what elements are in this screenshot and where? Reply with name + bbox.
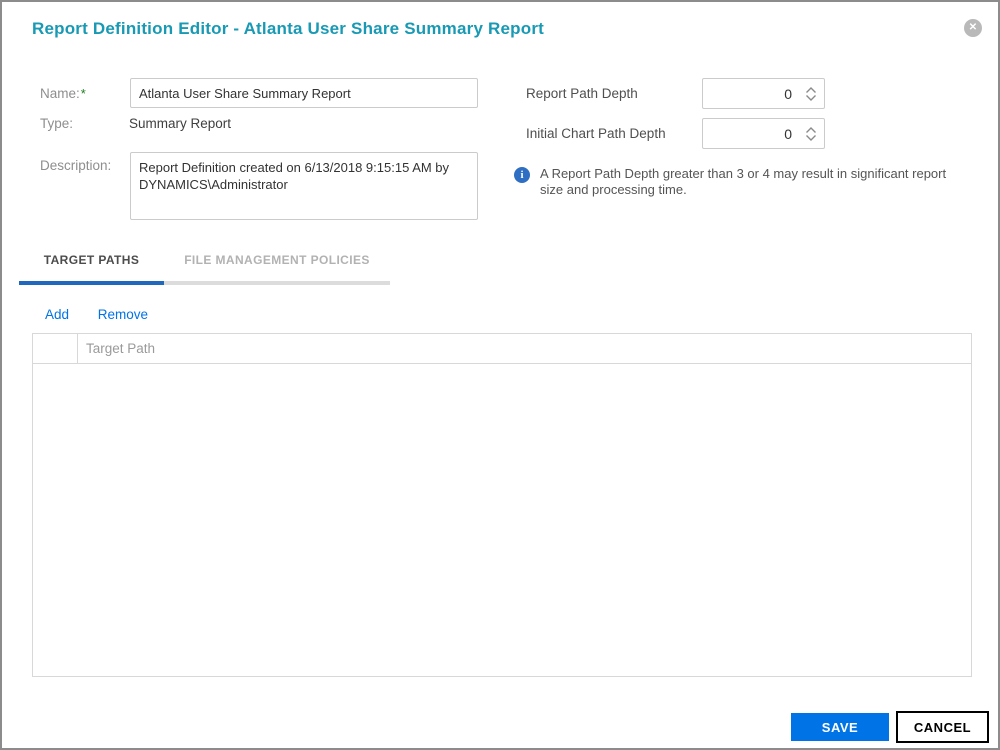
report-path-depth-value[interactable]	[703, 85, 798, 102]
save-button[interactable]: SAVE	[791, 713, 889, 741]
spinner-arrows-icon[interactable]	[798, 119, 824, 148]
cancel-button[interactable]: CANCEL	[896, 711, 989, 743]
tab-target-paths[interactable]: TARGET PATHS	[19, 247, 164, 285]
spinner-arrows-icon[interactable]	[798, 79, 824, 108]
report-path-depth-label: Report Path Depth	[526, 86, 638, 101]
add-link[interactable]: Add	[45, 307, 69, 322]
tab-file-management-policies[interactable]: FILE MANAGEMENT POLICIES	[164, 247, 390, 285]
initial-chart-path-depth-value[interactable]	[703, 125, 798, 142]
grid-toolbar: Add Remove	[45, 307, 148, 322]
name-field[interactable]	[130, 78, 478, 108]
dialog-title: Report Definition Editor - Atlanta User …	[32, 19, 544, 38]
type-label: Type:	[40, 116, 74, 131]
remove-link[interactable]: Remove	[98, 307, 148, 322]
report-definition-editor-dialog: Report Definition Editor - Atlanta User …	[0, 0, 1000, 750]
report-path-depth-stepper[interactable]	[702, 78, 825, 109]
target-path-table: Target Path	[32, 333, 972, 677]
target-path-column-header: Target Path	[86, 341, 156, 356]
path-depth-note: i A Report Path Depth greater than 3 or …	[514, 166, 952, 197]
description-field[interactable]: Report Definition created on 6/13/2018 9…	[130, 152, 478, 220]
table-header-row: Target Path	[33, 334, 971, 364]
tab-bar: TARGET PATHS FILE MANAGEMENT POLICIES	[19, 247, 390, 285]
path-depth-note-text: A Report Path Depth greater than 3 or 4 …	[540, 166, 947, 197]
initial-chart-path-depth-label: Initial Chart Path Depth	[526, 126, 666, 141]
close-icon[interactable]: ✕	[964, 19, 982, 37]
table-body-empty[interactable]	[33, 364, 971, 677]
info-icon: i	[514, 167, 530, 183]
initial-chart-path-depth-stepper[interactable]	[702, 118, 825, 149]
name-label: Name:*	[40, 86, 86, 101]
description-label: Description:	[40, 158, 112, 173]
type-value: Summary Report	[129, 116, 232, 131]
required-asterisk: *	[80, 86, 86, 101]
select-column-header	[33, 334, 78, 363]
